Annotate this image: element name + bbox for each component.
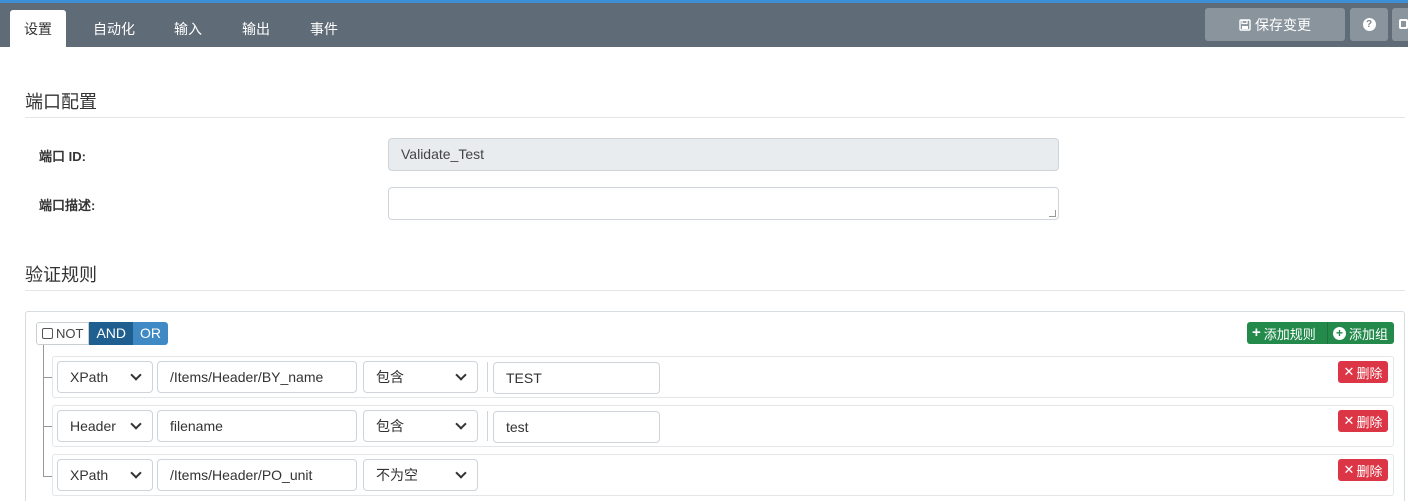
rule-operator-value: 不为空 <box>376 467 418 483</box>
delete-label: 删除 <box>1356 365 1383 381</box>
rule-type-select[interactable]: XPath <box>57 459 153 491</box>
save-changes-label: 保存变更 <box>1255 16 1311 33</box>
rule-type-select[interactable]: XPath <box>57 361 153 393</box>
not-label: NOT <box>56 326 84 341</box>
rule-path-input[interactable]: /Items/Header/PO_unit <box>157 459 357 491</box>
delete-rule-button[interactable]: ✕ 删除 <box>1338 459 1388 481</box>
not-checkbox[interactable] <box>42 328 53 339</box>
add-group-label: 添加组 <box>1349 326 1389 342</box>
rule-type-value: Header <box>70 418 116 434</box>
add-group-button[interactable]: + 添加组 <box>1327 322 1394 344</box>
port-id-input[interactable]: Validate_Test <box>388 138 1059 171</box>
and-button[interactable]: AND <box>89 322 134 345</box>
validation-rules-title: 验证规则 <box>25 265 97 285</box>
resize-grip-icon[interactable] <box>1049 210 1056 217</box>
rule-operator-select[interactable]: 不为空 <box>363 459 478 491</box>
or-button[interactable]: OR <box>133 322 169 345</box>
port-config-title: 端口配置 <box>25 92 97 112</box>
rule-type-value: XPath <box>70 369 109 385</box>
rule-type-value: XPath <box>70 467 109 483</box>
row-separator <box>487 362 488 392</box>
rule-type-select[interactable]: Header <box>57 410 153 442</box>
save-changes-button[interactable]: 保存变更 <box>1205 8 1345 41</box>
window-icon <box>1399 19 1408 29</box>
floppy-icon <box>1239 18 1251 31</box>
chevron-down-icon <box>455 369 467 381</box>
rule-operator-value: 包含 <box>376 369 404 385</box>
chevron-down-icon <box>455 467 467 479</box>
tab-output[interactable]: 输出 <box>228 10 284 50</box>
tree-connector <box>43 345 44 477</box>
close-icon: ✕ <box>1343 413 1355 428</box>
delete-rule-button[interactable]: ✕ 删除 <box>1338 410 1388 432</box>
window-button[interactable] <box>1392 8 1408 41</box>
tab-events[interactable]: 事件 <box>296 10 352 50</box>
port-desc-label: 端口描述: <box>39 198 96 213</box>
chevron-down-icon <box>455 418 467 430</box>
group-condition-toggle: NOT AND OR <box>36 322 169 345</box>
chevron-down-icon <box>130 369 142 381</box>
port-id-label: 端口 ID: <box>39 149 86 164</box>
rule-path-input[interactable]: /Items/Header/BY_name <box>157 361 357 393</box>
rule-operator-select[interactable]: 包含 <box>363 410 478 442</box>
chevron-down-icon <box>130 418 142 430</box>
close-icon: ✕ <box>1343 462 1355 477</box>
rule-operator-select[interactable]: 包含 <box>363 361 478 393</box>
rule-value-input[interactable]: test <box>493 411 660 443</box>
plus-circle-icon: + <box>1333 326 1346 340</box>
tab-automation[interactable]: 自动化 <box>79 10 149 50</box>
close-icon: ✕ <box>1343 364 1355 379</box>
delete-label: 删除 <box>1356 414 1383 430</box>
plus-icon: + <box>1252 324 1261 341</box>
add-rule-button[interactable]: + 添加规则 <box>1247 322 1327 344</box>
rule-operator-value: 包含 <box>376 418 404 434</box>
tab-input[interactable]: 输入 <box>160 10 216 50</box>
delete-label: 删除 <box>1356 463 1383 479</box>
chevron-down-icon <box>130 467 142 479</box>
question-circle-icon: ? <box>1362 18 1376 31</box>
rule-value-input[interactable]: TEST <box>493 362 660 394</box>
section-divider <box>25 290 1405 291</box>
rule-path-input[interactable]: filename <box>157 410 357 442</box>
add-rule-label: 添加规则 <box>1263 326 1316 342</box>
help-button[interactable]: ? <box>1350 8 1388 41</box>
top-tab-bar: 设置 自动化 输入 输出 事件 保存变更 ? <box>0 0 1408 50</box>
row-separator <box>487 411 488 441</box>
delete-rule-button[interactable]: ✕ 删除 <box>1338 361 1388 383</box>
tab-settings[interactable]: 设置 <box>10 10 66 50</box>
port-desc-textarea[interactable] <box>388 187 1059 220</box>
section-divider <box>25 117 1405 118</box>
not-toggle[interactable]: NOT <box>36 322 90 345</box>
